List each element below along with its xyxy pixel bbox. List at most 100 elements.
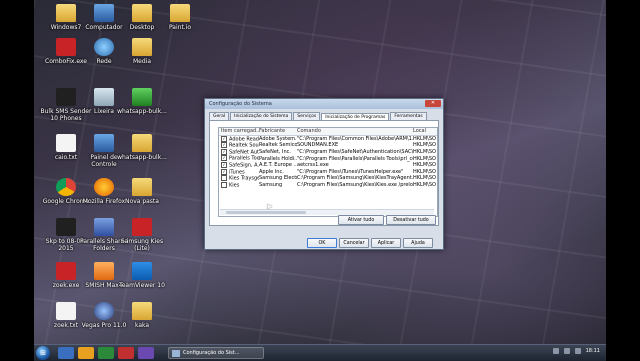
volume-icon[interactable]: [563, 348, 570, 354]
green-icon: [132, 88, 152, 106]
enabled-checkbox[interactable]: ✓: [221, 168, 227, 175]
desktop-icon[interactable]: kaka: [116, 302, 168, 329]
desktop-icon-label: TeamViewer 10: [119, 282, 165, 289]
tab-tools[interactable]: Ferramentas: [390, 112, 427, 120]
location-cell: HKLM\SO: [413, 155, 436, 162]
table-row[interactable]: ✓ SafeSign, A... A.E.T. Europe ... aetcrss1…: [219, 162, 437, 169]
system-configuration-dialog: Configuração do Sistema ✕ Geral Iniciali…: [204, 98, 444, 250]
manufacturer-cell: SafeNet, Inc.: [259, 149, 292, 156]
desktop-icon-label: Media: [132, 58, 152, 65]
app-pinned-icon[interactable]: [118, 347, 134, 359]
tab-bar: Geral Inicialização do Sistema Serviços …: [205, 109, 443, 121]
taskbar-task-system-config[interactable]: Configuração do Sist...: [168, 347, 264, 359]
enable-all-button[interactable]: Ativar tudo: [338, 215, 384, 225]
desktop-icon[interactable]: Nova pasta: [116, 178, 168, 205]
location-cell: HKLM\SO: [413, 168, 436, 175]
item-name: Kies Traysgent: [229, 175, 259, 182]
folder-pinned-icon[interactable]: [78, 347, 94, 359]
item-name: SafeSign, A...: [229, 162, 259, 169]
desktop-icon[interactable]: Media: [116, 38, 168, 65]
location-cell: HKLM\SO: [413, 162, 436, 169]
help-button[interactable]: Ajuda: [403, 238, 433, 248]
red-icon: [132, 218, 152, 236]
desktop-icon[interactable]: TeamViewer 10: [116, 262, 168, 289]
enabled-checkbox[interactable]: ✓: [221, 135, 227, 142]
table-row[interactable]: ✓Adobe Read...Adobe System..."C:\Program…: [219, 135, 437, 143]
apply-button[interactable]: Aplicar: [371, 238, 401, 248]
item-cell: ✓Realtek Sou...: [219, 142, 259, 149]
location-cell: HKLM\SO: [413, 175, 436, 182]
desktop-icon[interactable]: whatsapp-bulk...: [116, 134, 168, 161]
enabled-checkbox[interactable]: [221, 175, 227, 182]
black-icon: [56, 218, 76, 236]
mouse-cursor-icon: ➤: [266, 202, 273, 211]
command-cell: "C:\Program Files\SafeNet\Authentication…: [297, 149, 413, 156]
item-cell: ✓Adobe Read...: [219, 135, 259, 142]
doc-icon: [56, 134, 76, 152]
disable-all-button[interactable]: Desativar tudo: [386, 215, 436, 225]
column-item[interactable]: Item carregad...: [219, 128, 259, 134]
column-location[interactable]: Local: [413, 128, 437, 134]
vegas-icon: [94, 302, 114, 320]
list-header: Item carregad... Fabricante Comando Loca…: [219, 128, 437, 136]
location-cell: HKLM\SO: [413, 135, 436, 142]
tab-panel: Item carregad... Fabricante Comando Loca…: [209, 120, 439, 226]
column-manufacturer[interactable]: Fabricante: [259, 128, 297, 134]
clock[interactable]: 18:11: [586, 348, 600, 354]
scrollbar-thumb[interactable]: [226, 211, 306, 214]
item-name: iTunes: [229, 169, 245, 176]
folder-icon: [132, 134, 152, 152]
table-row[interactable]: ✓SafeNet Aut...SafeNet, Inc. "C:\Program …: [219, 148, 437, 156]
taskbar: ⊞ Configuração do Sist... 18:11: [34, 344, 606, 361]
desktop-icon-label: Nova pasta: [125, 198, 159, 205]
cancel-button[interactable]: Cancelar: [339, 238, 369, 248]
start-button[interactable]: ⊞: [36, 346, 50, 360]
dialog-titlebar[interactable]: Configuração do Sistema ✕: [205, 99, 443, 109]
orange-icon: [94, 262, 114, 280]
explorer-pinned-icon[interactable]: [58, 347, 74, 359]
tab-boot[interactable]: Inicialização do Sistema: [230, 112, 293, 120]
desktop-icon[interactable]: whatsapp-bulk...: [116, 88, 168, 115]
folder-icon: [132, 38, 152, 56]
table-row[interactable]: ✓ iTunes Apple Inc. "C:\Program Files\iTune…: [219, 168, 437, 176]
table-row[interactable]: Kies TraysgentSamsung Electro...C:\Progr…: [219, 175, 437, 182]
command-cell: C:\Program Files\Samsung\Kies\Kies.exe /…: [297, 182, 413, 189]
command-cell: "C:\Program Files\Parallels\Parallels To…: [297, 155, 413, 162]
desktop-icon-label: kaka: [134, 322, 150, 329]
folder-icon: [132, 4, 152, 22]
enabled-checkbox[interactable]: ✓: [221, 142, 227, 149]
doc-icon: [56, 302, 76, 320]
vegas-pinned-icon[interactable]: [138, 347, 154, 359]
enabled-checkbox[interactable]: ✓: [221, 148, 227, 155]
tab-services[interactable]: Serviços: [293, 112, 321, 120]
globe-icon: [94, 38, 114, 56]
folder-icon: [170, 4, 190, 22]
network-icon[interactable]: [552, 348, 559, 354]
flag-icon[interactable]: [574, 348, 581, 354]
location-cell: HKLM\SO: [413, 149, 436, 156]
bin-icon: [94, 88, 114, 106]
tab-general[interactable]: Geral: [209, 112, 230, 120]
ok-button[interactable]: OK: [307, 238, 337, 248]
manufacturer-cell: A.E.T. Europe ...: [259, 162, 297, 169]
close-button[interactable]: ✕: [425, 100, 441, 107]
folder-icon: [132, 302, 152, 320]
firefox-icon: [94, 178, 114, 196]
column-command[interactable]: Comando: [297, 128, 413, 134]
table-row[interactable]: ✓Parallels Too...Parallels Holdi..."C:\P…: [219, 155, 437, 162]
table-row[interactable]: Kies Samsung C:\Program Files\Samsung\Kies…: [219, 181, 437, 189]
table-row[interactable]: ✓Realtek Sou...Realtek Semicon...SOUNDMA…: [219, 142, 437, 149]
folder-icon: [132, 178, 152, 196]
command-cell: "C:\Program Files\Common Files\Adobe\ARM…: [297, 135, 413, 142]
red-icon: [56, 38, 76, 56]
location-cell: HKLM\SO: [413, 182, 436, 189]
enabled-checkbox[interactable]: ✓: [221, 162, 227, 169]
manufacturer-cell: Samsung: [259, 182, 283, 189]
desktop-icon[interactable]: Samsung Kies (Lite): [116, 218, 168, 252]
startup-list[interactable]: Item carregad... Fabricante Comando Loca…: [218, 127, 438, 217]
desktop-icon[interactable]: Paint.io: [154, 4, 206, 31]
folder-icon: [56, 4, 76, 22]
media-pinned-icon[interactable]: [98, 347, 114, 359]
enabled-checkbox[interactable]: [221, 181, 227, 188]
enabled-checkbox[interactable]: ✓: [221, 155, 227, 162]
